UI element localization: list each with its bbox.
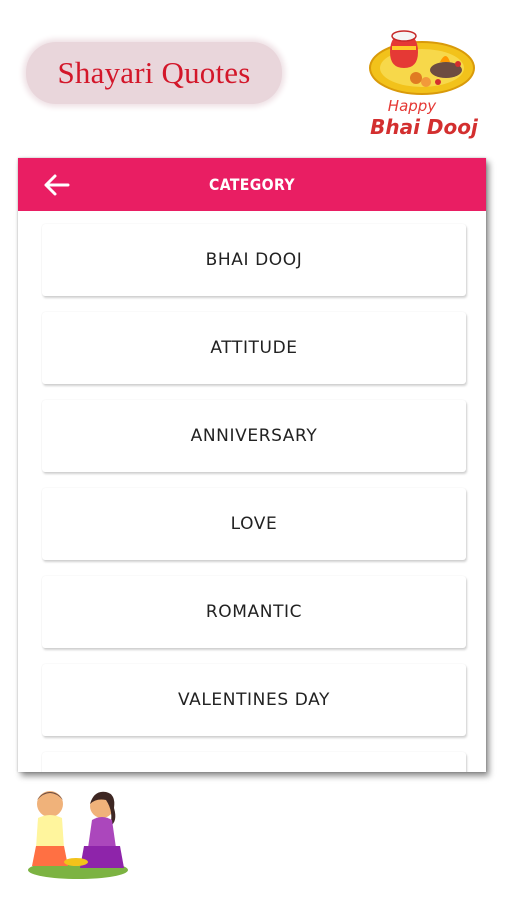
- thali-icon: Happy Bhai Dooj: [369, 30, 479, 139]
- category-item-partial[interactable]: [42, 752, 466, 772]
- category-label: ATTITUDE: [210, 338, 298, 358]
- promo-badge: Shayari Quotes: [26, 42, 282, 104]
- logo-line2: Bhai Dooj: [370, 115, 479, 139]
- category-list: BHAI DOOJ ATTITUDE ANNIVERSARY LOVE ROMA…: [42, 224, 466, 772]
- category-card: CATEGORY BHAI DOOJ ATTITUDE ANNIVERSARY …: [18, 158, 486, 772]
- promo-title: Shayari Quotes: [57, 55, 251, 90]
- brother-sister-icon: [28, 791, 128, 879]
- logo-line1: Happy: [388, 97, 438, 115]
- category-label: BHAI DOOJ: [205, 250, 303, 270]
- category-label: ROMANTIC: [205, 602, 303, 622]
- category-item-romantic[interactable]: ROMANTIC: [42, 576, 466, 648]
- page-title: CATEGORY: [209, 175, 295, 194]
- kids-illustration: [22, 782, 134, 882]
- bhai-dooj-logo: Happy Bhai Dooj: [360, 24, 488, 144]
- category-item-bhai-dooj[interactable]: BHAI DOOJ: [42, 224, 466, 296]
- category-label: VALENTINES DAY: [177, 690, 331, 710]
- category-label: ANNIVERSARY: [190, 426, 318, 446]
- category-item-love[interactable]: LOVE: [42, 488, 466, 560]
- category-item-anniversary[interactable]: ANNIVERSARY: [42, 400, 466, 472]
- category-item-attitude[interactable]: ATTITUDE: [42, 312, 466, 384]
- category-item-valentines-day[interactable]: VALENTINES DAY: [42, 664, 466, 736]
- toolbar: CATEGORY: [18, 158, 486, 211]
- category-label: LOVE: [230, 514, 278, 534]
